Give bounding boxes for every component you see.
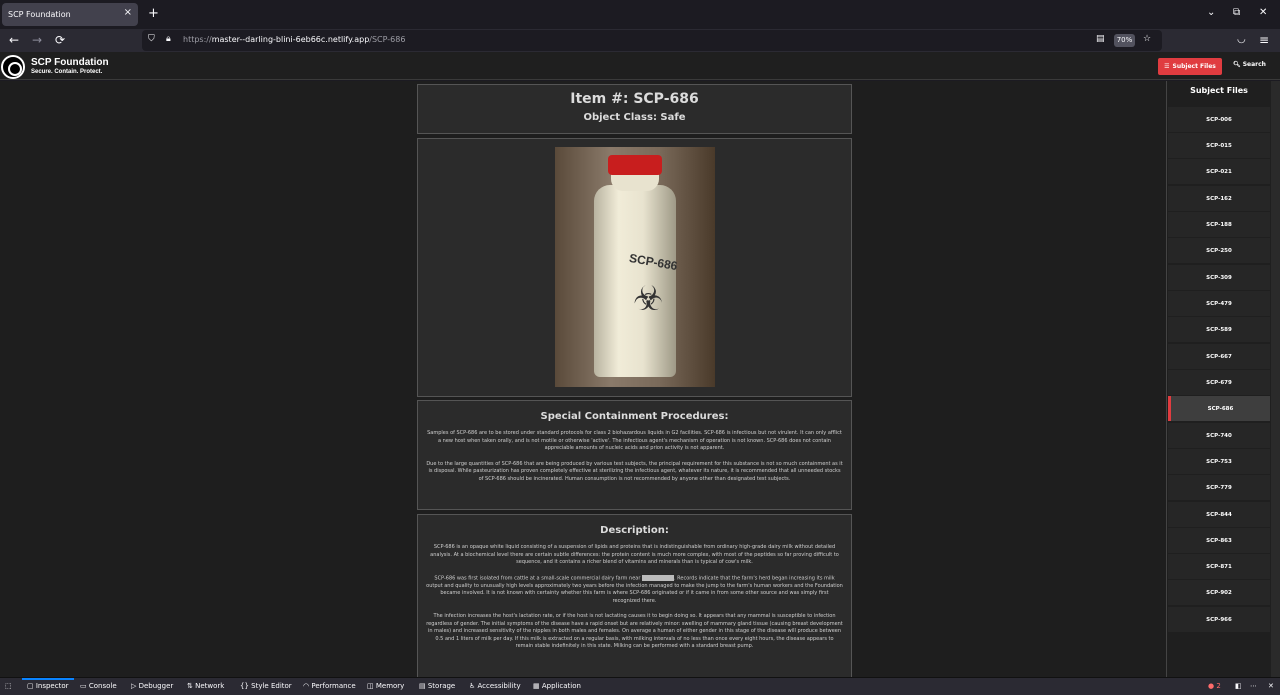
devtools-tab-memory[interactable]: ◫ Memory — [367, 682, 404, 690]
sidebar-item-scp-250[interactable]: SCP-250 — [1168, 238, 1270, 263]
sidebar-item-scp-679[interactable]: SCP-679 — [1168, 370, 1270, 395]
containment-paragraph: Samples of SCP-686 are to be stored unde… — [427, 430, 842, 451]
sidebar-item-scp-863[interactable]: SCP-863 — [1168, 528, 1270, 553]
hamburger-icon: ☰ — [1164, 63, 1170, 70]
sidebar-item-scp-740[interactable]: SCP-740 — [1168, 423, 1270, 448]
error-count-badge[interactable]: ● 2 — [1208, 682, 1221, 690]
sidebar-item-scp-006[interactable]: SCP-006 — [1168, 107, 1270, 132]
description-heading: Description: — [600, 525, 669, 536]
devtools-toolbar: ⬚ ▢ Inspector ▭ Console ▷ Debugger ⇅ Net… — [0, 677, 1280, 695]
sidebar-item-scp-753[interactable]: SCP-753 — [1168, 449, 1270, 474]
shield-icon[interactable]: ⛉ — [148, 34, 155, 44]
search-icon: 🔍︎ — [1233, 61, 1241, 68]
reload-icon[interactable]: ⟳ — [55, 33, 65, 47]
bottle-cap — [608, 155, 662, 175]
minimize-icon[interactable]: ⌄ — [1207, 7, 1215, 18]
redacted-block — [641, 574, 674, 581]
url-text[interactable]: https://master--darling-blini-6eb66c.net… — [183, 35, 405, 44]
tab-close-icon[interactable]: × — [124, 7, 132, 18]
subject-files-label: Subject Files — [1172, 63, 1216, 70]
sidebar-item-scp-479[interactable]: SCP-479 — [1168, 291, 1270, 316]
image-card: SCP-686 ☣ — [417, 138, 852, 397]
devtools-tab-inspector[interactable]: ▢ Inspector — [27, 682, 69, 690]
sidebar-item-scp-188[interactable]: SCP-188 — [1168, 212, 1270, 237]
devtools-tab-accessibility[interactable]: ♿︎ Accessibility — [469, 682, 521, 690]
sidebar-item-scp-309[interactable]: SCP-309 — [1168, 265, 1270, 290]
sidebar-item-scp-966[interactable]: SCP-966 — [1168, 607, 1270, 632]
devtools-tab-application[interactable]: ▦ Application — [533, 682, 581, 690]
containment-heading: Special Containment Procedures: — [540, 411, 729, 422]
browser-tab-bar: SCP Foundation × + ⌄ ⧉ ✕ — [0, 0, 1280, 29]
sidebar-item-scp-015[interactable]: SCP-015 — [1168, 133, 1270, 158]
sidebar-item-scp-667[interactable]: SCP-667 — [1168, 344, 1270, 369]
browser-nav-bar: ← → ⟳ ⛉ 🔒︎ https://master--darling-blini… — [0, 29, 1280, 52]
more-options-icon[interactable]: ⋯ — [1250, 682, 1257, 690]
element-picker-icon[interactable]: ⬚ — [5, 682, 12, 690]
biohazard-icon: ☣ — [633, 279, 664, 319]
description-paragraph: SCP-686 is an opaque white liquid consis… — [430, 544, 839, 565]
site-header: SCP Foundation Secure. Contain. Protect. — [0, 52, 1280, 80]
restore-icon[interactable]: ⧉ — [1233, 7, 1240, 18]
subject-files-button[interactable]: ☰ Subject Files — [1158, 58, 1222, 75]
dock-icon[interactable]: ◧ — [1235, 682, 1242, 690]
pocket-icon[interactable]: ◡ — [1237, 34, 1246, 45]
subject-files-sidebar: Subject Files SCP-006 SCP-015 SCP-021 SC… — [1166, 81, 1280, 677]
description-card: Description: SCP-686 is an opaque white … — [417, 514, 852, 677]
sidebar-item-scp-779[interactable]: SCP-779 — [1168, 475, 1270, 500]
active-tab-indicator — [22, 678, 74, 680]
devtools-tab-performance[interactable]: ◠ Performance — [303, 682, 356, 690]
scp-686-photo: SCP-686 ☣ — [555, 147, 715, 387]
sidebar-item-scp-871[interactable]: SCP-871 — [1168, 554, 1270, 579]
reader-view-icon[interactable]: ▤ — [1096, 34, 1105, 44]
item-number: Item #: SCP-686 — [570, 91, 699, 107]
bookmark-star-icon[interactable]: ☆ — [1143, 34, 1151, 44]
sidebar-item-scp-686[interactable]: SCP-686 — [1168, 396, 1270, 421]
back-icon[interactable]: ← — [9, 33, 19, 47]
devtools-tab-network[interactable]: ⇅ Network — [187, 682, 224, 690]
menu-icon[interactable]: ≡ — [1259, 33, 1269, 47]
sidebar-scrollbar[interactable] — [1271, 81, 1280, 677]
sidebar-item-scp-021[interactable]: SCP-021 — [1168, 159, 1270, 184]
forward-icon[interactable]: → — [32, 33, 42, 47]
search-button[interactable]: 🔍︎ Search — [1233, 61, 1266, 68]
sidebar-item-scp-844[interactable]: SCP-844 — [1168, 502, 1270, 527]
devtools-tab-console[interactable]: ▭ Console — [80, 682, 117, 690]
devtools-tab-debugger[interactable]: ▷ Debugger — [131, 682, 173, 690]
devtools-tab-style-editor[interactable]: {} Style Editor — [240, 682, 292, 690]
new-tab-button[interactable]: + — [148, 6, 159, 21]
sidebar-item-scp-162[interactable]: SCP-162 — [1168, 186, 1270, 211]
search-label: Search — [1242, 61, 1266, 68]
close-window-icon[interactable]: ✕ — [1259, 7, 1267, 18]
sidebar-title: Subject Files — [1190, 86, 1248, 95]
containment-paragraph: Due to the large quantities of SCP-686 t… — [426, 460, 843, 482]
sidebar-item-scp-902[interactable]: SCP-902 — [1168, 580, 1270, 605]
sidebar-item-scp-589[interactable]: SCP-589 — [1168, 317, 1270, 342]
description-paragraph: The infection increases the host's lacta… — [426, 613, 843, 649]
scp-logo-icon[interactable] — [1, 55, 25, 79]
description-paragraph: SCP-686 was first isolated from cattle a… — [426, 574, 843, 604]
url-bar[interactable]: ⛉ 🔒︎ https://master--darling-blini-6eb66… — [142, 30, 1162, 51]
title-card: Item #: SCP-686 Object Class: Safe — [417, 84, 852, 134]
lock-icon[interactable]: 🔒︎ — [166, 34, 171, 44]
brand-tagline: Secure. Contain. Protect. — [31, 69, 103, 75]
main-content: Item #: SCP-686 Object Class: Safe SCP-6… — [0, 81, 1166, 677]
tab-title: SCP Foundation — [8, 10, 71, 19]
close-devtools-icon[interactable]: ✕ — [1268, 682, 1274, 690]
zoom-indicator[interactable]: 70% — [1114, 34, 1135, 47]
brand-name[interactable]: SCP Foundation — [31, 57, 109, 68]
devtools-tab-storage[interactable]: ▤ Storage — [419, 682, 455, 690]
browser-tab[interactable]: SCP Foundation × — [2, 3, 138, 26]
object-class: Object Class: Safe — [583, 112, 686, 123]
containment-card: Special Containment Procedures: Samples … — [417, 400, 852, 510]
